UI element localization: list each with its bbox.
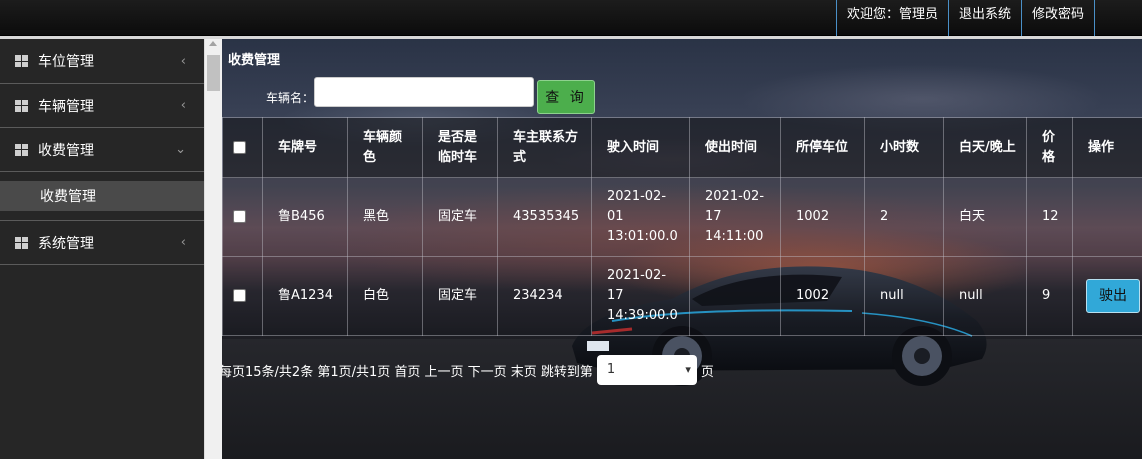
day-night-cell: 白天	[943, 177, 1027, 257]
in-time-cell: 2021-02-17 14:39:00.0	[591, 256, 690, 336]
column-header: 白天/晚上	[943, 117, 1027, 178]
sidebar-item-vehicle[interactable]: 车辆管理 ‹	[0, 84, 204, 128]
space-cell: 1002	[780, 177, 865, 257]
grid-icon	[15, 236, 28, 249]
search-label: 车辆名：	[266, 91, 315, 105]
phone-cell: 234234	[497, 256, 592, 336]
page-title: 收费管理	[228, 53, 281, 68]
table-row: 鲁A1234 白色 固定车 234234 2021-02-17 14:39:00…	[222, 256, 1142, 336]
space-cell: 1002	[780, 256, 865, 336]
logout-link[interactable]: 退出系统	[947, 0, 1021, 36]
column-header: 车主联系方式	[497, 117, 592, 178]
sidebar: 车位管理 ‹ 车辆管理 ‹ 收费管理 ⌄ 收费管理 系统管理 ‹	[0, 39, 204, 459]
out-time-cell: 2021-02-17 14:11:00	[689, 177, 781, 257]
sidebar-scrollbar[interactable]	[204, 39, 222, 459]
row-select-cell	[222, 256, 263, 336]
welcome-text: 欢迎您：管理员	[835, 0, 948, 36]
select-all-cell	[222, 117, 263, 178]
sidebar-item-label: 系统管理	[38, 235, 94, 252]
pagination: 每页15条/共2条 第1页/共1页 首页 上一页 下一页 末页 跳转到第 1 ▾…	[222, 355, 714, 385]
color-cell: 白色	[347, 256, 423, 336]
chevron-down-icon: ⌄	[175, 142, 186, 157]
temp-cell: 固定车	[422, 256, 498, 336]
sidebar-item-parking-space[interactable]: 车位管理 ‹	[0, 39, 204, 84]
change-password-link[interactable]: 修改密码	[1020, 0, 1095, 36]
sidebar-item-label: 车辆管理	[38, 98, 94, 115]
pagination-text: 每页15条/共2条 第1页/共1页 首页 上一页 下一页 末页 跳转到第	[222, 364, 593, 380]
top-nav: 欢迎您：管理员 退出系统 修改密码	[835, 0, 1095, 36]
billing-table: 车牌号 车辆颜色 是否是临时车 车主联系方式 驶入时间 使出时间 所停车位 小时…	[222, 117, 1142, 336]
sidebar-item-label: 收费管理	[38, 142, 94, 159]
column-header: 车辆颜色	[347, 117, 423, 178]
sidebar-item-label: 车位管理	[38, 54, 94, 70]
vehicle-name-input[interactable]	[314, 77, 534, 107]
chevron-down-icon: ▾	[685, 363, 691, 376]
chevron-left-icon: ‹	[180, 98, 186, 113]
grid-icon	[15, 143, 28, 156]
plate-cell: 鲁A1234	[262, 256, 348, 336]
sidebar-subitem-billing[interactable]: 收费管理	[0, 181, 204, 211]
day-night-cell: null	[943, 256, 1027, 336]
column-header: 车牌号	[262, 117, 348, 178]
price-cell: 12	[1026, 177, 1073, 257]
sidebar-submenu: 收费管理	[0, 172, 204, 221]
row-select-cell	[222, 177, 263, 257]
action-cell	[1072, 177, 1142, 257]
top-bar: 欢迎您：管理员 退出系统 修改密码	[0, 0, 1142, 36]
column-header: 使出时间	[689, 117, 781, 178]
select-all-checkbox[interactable]	[233, 140, 246, 154]
color-cell: 黑色	[347, 177, 423, 257]
column-header: 驶入时间	[591, 117, 690, 178]
column-header: 操作	[1072, 117, 1142, 178]
column-header: 是否是临时车	[422, 117, 498, 178]
temp-cell: 固定车	[422, 177, 498, 257]
page-select[interactable]: 1 ▾	[596, 355, 697, 385]
out-time-cell	[689, 256, 781, 336]
pagination-suffix: 页	[700, 364, 714, 380]
column-header: 小时数	[864, 117, 944, 178]
table-header-row: 车牌号 车辆颜色 是否是临时车 车主联系方式 驶入时间 使出时间 所停车位 小时…	[222, 117, 1142, 178]
column-header: 价格	[1026, 117, 1073, 178]
plate-cell: 鲁B456	[262, 177, 348, 257]
sidebar-item-system[interactable]: 系统管理 ‹	[0, 221, 204, 265]
phone-cell: 43535345	[497, 177, 592, 257]
row-checkbox[interactable]	[233, 289, 246, 302]
page-select-value: 1	[606, 362, 616, 377]
table-row: 鲁B456 黑色 固定车 43535345 2021-02-01 13:01:0…	[222, 177, 1142, 257]
price-cell: 9	[1026, 256, 1073, 336]
scrollbar-thumb[interactable]	[207, 55, 220, 91]
column-header: 所停车位	[780, 117, 865, 178]
chevron-left-icon: ‹	[180, 235, 186, 250]
grid-icon	[15, 55, 28, 67]
action-cell: 驶出	[1072, 256, 1142, 336]
scroll-up-arrow-icon[interactable]	[209, 41, 217, 46]
hours-cell: 2	[864, 177, 944, 257]
grid-icon	[15, 99, 28, 112]
in-time-cell: 2021-02-01 13:01:00.0	[591, 177, 690, 257]
search-button[interactable]: 查 询	[537, 80, 595, 114]
hours-cell: null	[864, 256, 944, 336]
main-content: 收费管理 车辆名： 查 询 车牌号 车辆颜色 是否是临时车 车主联系方式 驶入时…	[222, 39, 1142, 459]
row-checkbox[interactable]	[233, 210, 246, 223]
chevron-left-icon: ‹	[180, 53, 186, 69]
drive-out-button[interactable]: 驶出	[1086, 279, 1140, 313]
sidebar-item-billing[interactable]: 收费管理 ⌄	[0, 128, 204, 172]
